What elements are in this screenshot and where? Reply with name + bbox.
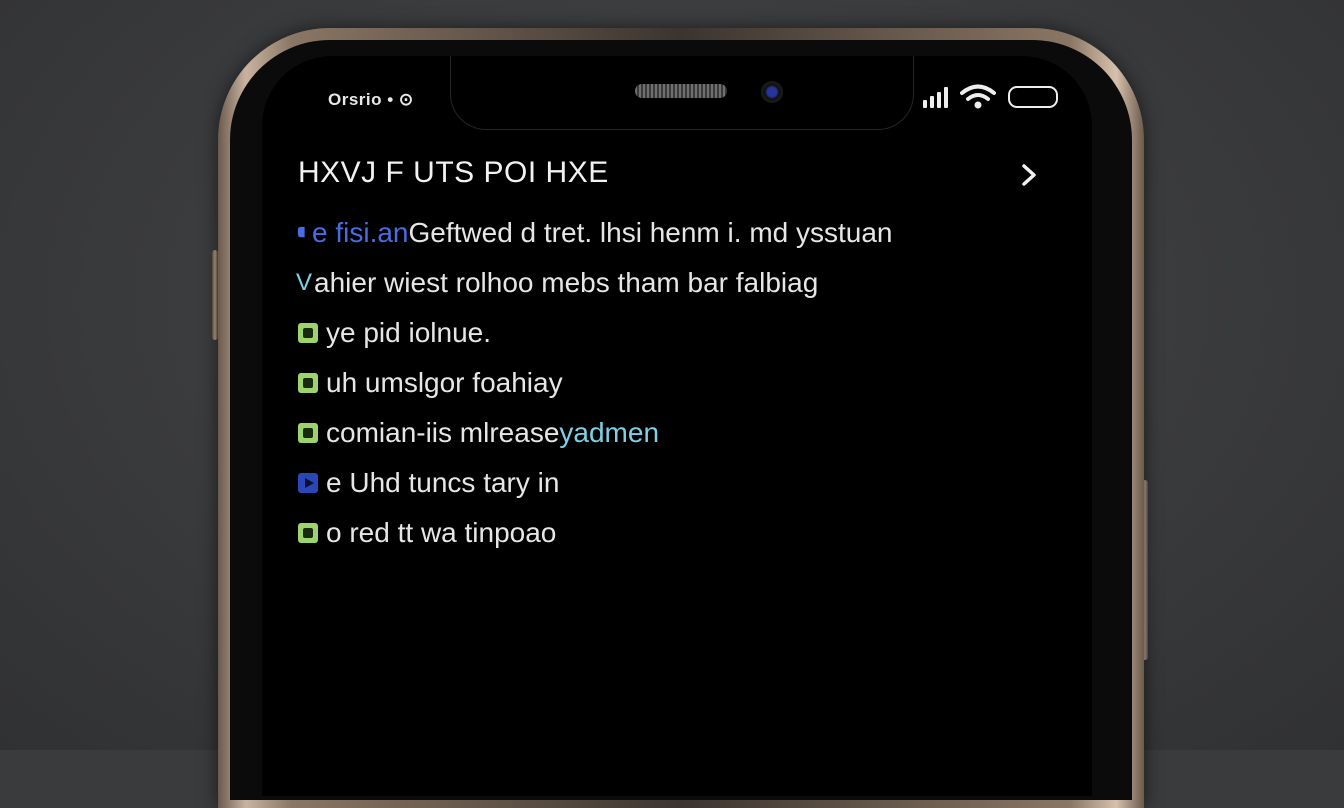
- list-item[interactable]: V ahier wiest rolhoo mebs tham bar falbi…: [296, 258, 1056, 308]
- list-item[interactable]: o red tt wa tinpoao: [296, 508, 1056, 558]
- list-item-label: o red tt wa tinpoao: [326, 517, 557, 548]
- signal-bars-icon: [923, 86, 948, 108]
- phone-screen: Orsrio • ⊙ HXVJ F UTS POI HXE e fisi.an …: [262, 56, 1092, 796]
- status-time: Orsrio • ⊙: [328, 90, 414, 109]
- page-title: HXVJ F UTS POI HXE: [298, 156, 609, 189]
- list-item-label: ahier wiest rolhoo mebs tham bar falbiag: [314, 267, 819, 298]
- list-item-suffix: yadmen: [559, 417, 660, 448]
- chevron-right-icon[interactable]: [1014, 160, 1044, 190]
- green-square-icon: [298, 423, 318, 443]
- green-square-icon: [298, 523, 318, 543]
- list-item-prefix: e fisi.an: [312, 217, 409, 248]
- list-item[interactable]: comian-iis mlrease yadmen: [296, 408, 1056, 458]
- speaker-grille: [635, 84, 727, 98]
- green-square-icon: [298, 323, 318, 343]
- front-camera: [761, 81, 783, 103]
- list-item[interactable]: ye pid iolnue.: [296, 308, 1056, 358]
- list-item[interactable]: e Uhd tuncs tary in: [296, 458, 1056, 508]
- blue-bubble-icon: [297, 226, 305, 238]
- green-square-icon: [298, 373, 318, 393]
- v-check-icon: V: [296, 269, 313, 296]
- list-item-label: Geftwed d tret. lhsi henm i. md ysstuan: [408, 217, 893, 248]
- battery-icon: [1008, 86, 1058, 108]
- list-item-label: comian-iis mlrease: [326, 417, 560, 448]
- list-item-label: uh umslgor foahiay: [326, 367, 563, 398]
- list-item-label: ye pid iolnue.: [326, 317, 492, 348]
- status-icons: [923, 84, 1058, 110]
- item-list: e fisi.an Geftwed d tret. lhsi henm i. m…: [296, 208, 1056, 558]
- list-item-label: e Uhd tuncs tary in: [326, 467, 560, 498]
- list-item[interactable]: e fisi.an Geftwed d tret. lhsi henm i. m…: [296, 208, 1056, 258]
- list-item[interactable]: uh umslgor foahiay: [296, 358, 1056, 408]
- blue-play-icon: [298, 473, 318, 493]
- wifi-icon: [960, 84, 996, 109]
- notch: [450, 56, 914, 130]
